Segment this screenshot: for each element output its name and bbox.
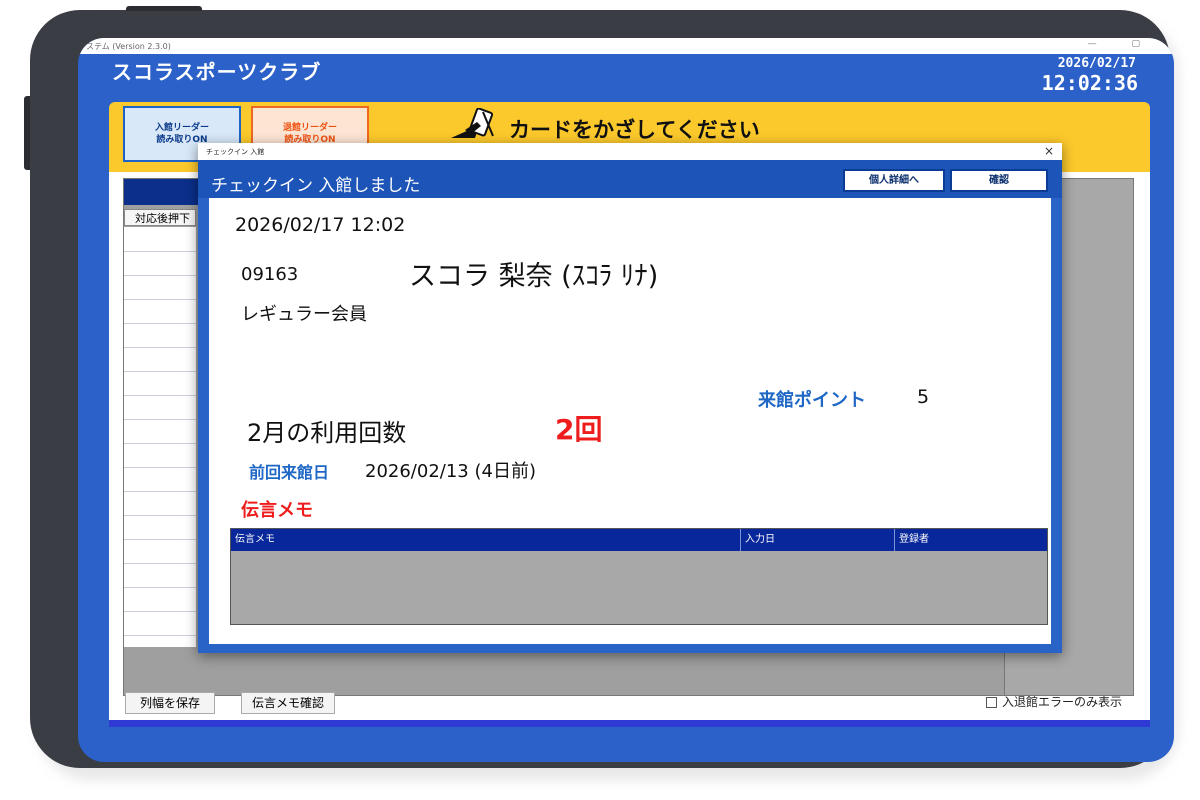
app-name: スコラスポーツクラブ (112, 60, 322, 84)
system-title-bar: システム (Version 2.3.0) — ▢ (78, 38, 1174, 54)
member-number: 09163 (241, 264, 299, 285)
member-details-button[interactable]: 個人詳細へ (843, 169, 945, 192)
system-window-title: システム (Version 2.3.0) (78, 42, 171, 51)
grid-row-line (124, 515, 196, 516)
grid-row-line (124, 395, 196, 396)
grid-row-line (124, 467, 196, 468)
grid-column-header[interactable]: 対応後押下 (124, 209, 196, 226)
dialog-title-bar: チェックイン 入館 × (198, 143, 1062, 160)
memo-section-label: 伝言メモ (241, 500, 313, 521)
confirm-button[interactable]: 確認 (950, 169, 1048, 192)
header-clock: 12:02:36 (1041, 71, 1138, 95)
last-visit-label: 前回来館日 (249, 463, 330, 482)
app-screen: システム (Version 2.3.0) — ▢ スコラスポーツクラブ 2026… (78, 38, 1174, 762)
checkout-reader-label-1: 退館リーダー (282, 123, 337, 133)
grid-row-line (124, 347, 196, 348)
member-name: スコラ 梨奈 (ｽｺﾗ ﾘﾅ) (409, 261, 659, 292)
checkin-dialog: チェックイン 入館 × チェックイン 入館しました 個人詳細へ 確認 2026/… (198, 143, 1062, 653)
card-tap-icon (451, 108, 494, 138)
grid-row-line (124, 587, 196, 588)
member-type: レギュラー会員 (241, 304, 367, 325)
grid-row-line (124, 611, 196, 612)
memo-check-button[interactable]: 伝言メモ確認 (241, 692, 335, 714)
card-prompt: カードをかざしてください (509, 118, 760, 142)
memo-column-header[interactable]: 伝言メモ (231, 529, 741, 551)
grid-row-line (124, 371, 196, 372)
dialog-body: 2026/02/17 12:02 09163 スコラ 梨奈 (ｽｺﾗ ﾘﾅ) レ… (209, 198, 1051, 644)
memo-table-header: 伝言メモ 入力日 登録者 (231, 529, 1047, 551)
grid-row-line (124, 419, 196, 420)
close-icon[interactable]: × (1044, 144, 1054, 158)
top-button (126, 6, 202, 11)
visit-points-label: 来館ポイント (758, 390, 866, 411)
window-controls[interactable]: — ▢ (1088, 39, 1156, 49)
monthly-usage-label: 2月の利用回数 (247, 419, 407, 447)
side-button (24, 96, 30, 170)
grid-row-line (124, 635, 196, 636)
checkin-datetime: 2026/02/17 12:02 (235, 214, 406, 236)
tablet-frame: システム (Version 2.3.0) — ▢ スコラスポーツクラブ 2026… (24, 6, 1174, 768)
visit-points-value: 5 (917, 386, 930, 408)
dialog-window-title: チェックイン 入館 (206, 148, 265, 156)
registrant-column-header[interactable]: 登録者 (895, 529, 1047, 551)
grid-row-line (124, 443, 196, 444)
checkin-reader-label-1: 入館リーダー (154, 123, 209, 133)
grid-row-line (124, 491, 196, 492)
save-column-width-button[interactable]: 列幅を保存 (125, 692, 215, 714)
monthly-usage-value: 2回 (555, 413, 603, 446)
grid-row-line (124, 251, 196, 252)
last-visit-value: 2026/02/13 (4日前) (365, 461, 536, 482)
grid-row-line (124, 323, 196, 324)
grid-row-line (124, 299, 196, 300)
error-filter-checkbox[interactable]: 入退館エラーのみ表示 (985, 693, 1122, 710)
grid-row-line (124, 539, 196, 540)
error-filter-label: 入退館エラーのみ表示 (1001, 695, 1122, 709)
grid-row-line (124, 275, 196, 276)
memo-table[interactable]: 伝言メモ 入力日 登録者 (230, 528, 1048, 625)
grid-row-line (124, 563, 196, 564)
checkbox-box[interactable] (985, 697, 997, 708)
dialog-heading: チェックイン 入館しました (211, 176, 421, 196)
entry-date-column-header[interactable]: 入力日 (741, 529, 895, 551)
grid-rows (124, 227, 196, 647)
bottom-strip (109, 720, 1150, 727)
header-date: 2026/02/17 (1057, 56, 1136, 71)
